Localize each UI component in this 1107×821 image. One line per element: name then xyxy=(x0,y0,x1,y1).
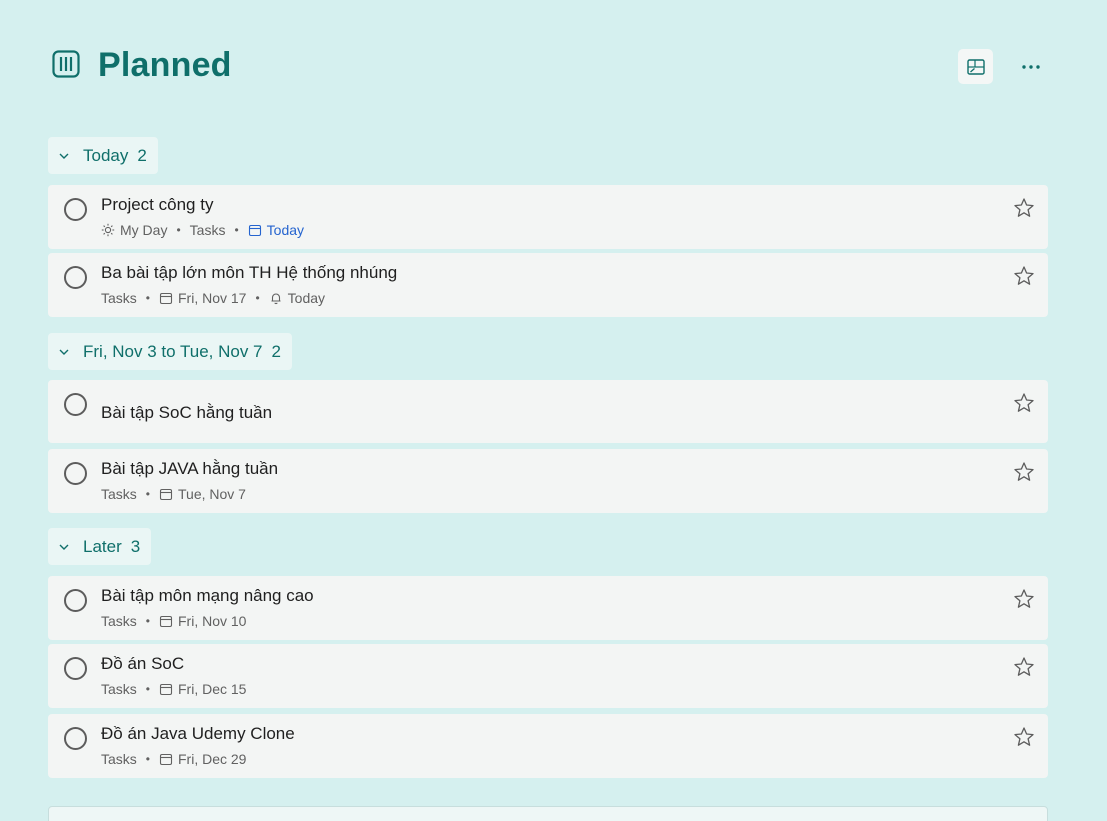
task-meta: Tasks • Fri, Nov 17 • Today xyxy=(101,290,325,306)
meta-separator: • xyxy=(255,291,260,305)
chevron-down-icon xyxy=(59,544,69,550)
due-date: Today xyxy=(248,222,304,238)
star-icon[interactable] xyxy=(1013,197,1035,219)
planned-list-icon xyxy=(52,50,80,78)
group-count: 2 xyxy=(137,145,147,165)
list-name: Tasks xyxy=(101,290,137,306)
due-date-label: Fri, Dec 29 xyxy=(178,751,247,767)
task-meta: Tasks • Fri, Dec 29 xyxy=(101,751,246,767)
chevron-down-icon xyxy=(59,153,69,159)
calendar-icon xyxy=(159,292,173,305)
task-title: Bài tập môn mạng nâng cao xyxy=(101,586,314,605)
complete-checkbox[interactable] xyxy=(64,393,87,416)
calendar-icon xyxy=(159,615,173,628)
group-label: Today xyxy=(83,145,129,165)
group-header-today[interactable]: Today 2 xyxy=(48,137,158,174)
due-date-label: Fri, Dec 15 xyxy=(178,681,247,697)
star-icon[interactable] xyxy=(1013,656,1035,678)
star-icon[interactable] xyxy=(1013,588,1035,610)
meta-separator: • xyxy=(145,752,150,766)
star-icon[interactable] xyxy=(1013,265,1035,287)
list-name: Tasks xyxy=(189,222,226,238)
list-name: Tasks xyxy=(101,613,137,629)
complete-checkbox[interactable] xyxy=(64,266,87,289)
bell-icon xyxy=(271,293,281,305)
star-icon[interactable] xyxy=(1013,726,1035,748)
task-meta: Tasks • Tue, Nov 7 xyxy=(101,486,246,502)
star-icon[interactable] xyxy=(1013,392,1035,414)
complete-checkbox[interactable] xyxy=(64,657,87,680)
group-count: 3 xyxy=(130,536,141,556)
group-header-this-week[interactable]: Fri, Nov 3 to Tue, Nov 7 2 xyxy=(48,333,292,370)
calendar-icon xyxy=(159,488,173,501)
task-title: Đồ án Java Udemy Clone xyxy=(101,724,295,743)
task-row[interactable]: Bài tập môn mạng nâng cao Tasks • Fri, N… xyxy=(48,576,1048,640)
task-meta: Tasks • Fri, Nov 10 xyxy=(101,613,246,629)
meta-separator: • xyxy=(176,223,181,237)
due-date-label: Today xyxy=(266,222,305,238)
task-title: Ba bài tập lớn môn TH Hệ thống nhúng xyxy=(101,263,398,282)
task-title: Bài tập JAVA hằng tuần xyxy=(101,459,279,478)
calendar-icon xyxy=(248,224,261,237)
list-name: Tasks xyxy=(101,486,137,502)
list-name: Tasks xyxy=(101,751,137,767)
task-row[interactable]: Đồ án Java Udemy Clone Tasks • Fri, Dec … xyxy=(48,714,1048,778)
star-icon[interactable] xyxy=(1013,461,1035,483)
more-options-icon xyxy=(1021,64,1040,69)
calendar-icon xyxy=(159,753,173,766)
due-date-label: Tue, Nov 7 xyxy=(178,486,246,502)
group-count: 2 xyxy=(271,341,281,361)
sun-icon xyxy=(101,223,115,237)
calendar-icon xyxy=(159,683,173,696)
meta-separator: • xyxy=(145,291,150,305)
complete-checkbox[interactable] xyxy=(64,198,87,221)
reminder-label: Today xyxy=(287,290,326,306)
complete-checkbox[interactable] xyxy=(64,589,87,612)
due-date-label: Fri, Nov 17 xyxy=(178,290,247,306)
task-meta: Tasks • Fri, Dec 15 xyxy=(101,681,246,697)
meta-separator: • xyxy=(234,223,239,237)
task-row[interactable]: Đồ án SoC Tasks • Fri, Dec 15 xyxy=(48,644,1048,708)
meta-separator: • xyxy=(145,614,150,628)
task-title: Bài tập SoC hằng tuần xyxy=(101,403,273,422)
suggestions-icon xyxy=(966,58,985,75)
page-title: Planned xyxy=(98,46,232,84)
chevron-down-icon xyxy=(59,349,69,355)
task-title: Project công ty xyxy=(101,195,214,214)
suggestions-button[interactable] xyxy=(958,49,993,84)
more-options-button[interactable] xyxy=(1013,49,1048,84)
task-meta: My Day • Tasks • Today xyxy=(101,222,304,238)
meta-separator: • xyxy=(145,487,150,501)
task-row[interactable]: Bài tập JAVA hằng tuần Tasks • Tue, Nov … xyxy=(48,449,1048,513)
task-row[interactable]: Project công ty My Day • Tasks • Today xyxy=(48,185,1048,249)
task-row[interactable]: Bài tập SoC hằng tuần xyxy=(48,380,1048,443)
due-date-label: Fri, Nov 10 xyxy=(178,613,247,629)
group-label: Later xyxy=(83,536,122,556)
complete-checkbox[interactable] xyxy=(64,727,87,750)
my-day-label: My Day xyxy=(120,222,168,238)
complete-checkbox[interactable] xyxy=(64,462,87,485)
task-title: Đồ án SoC xyxy=(101,654,185,673)
add-task-input[interactable] xyxy=(48,806,1048,821)
page-header: Planned xyxy=(48,44,1047,88)
meta-separator: • xyxy=(145,682,150,696)
group-header-later[interactable]: Later 3 xyxy=(48,528,152,565)
list-name: Tasks xyxy=(101,681,137,697)
task-row[interactable]: Ba bài tập lớn môn TH Hệ thống nhúng Tas… xyxy=(48,253,1048,317)
group-label: Fri, Nov 3 to Tue, Nov 7 xyxy=(83,341,263,361)
